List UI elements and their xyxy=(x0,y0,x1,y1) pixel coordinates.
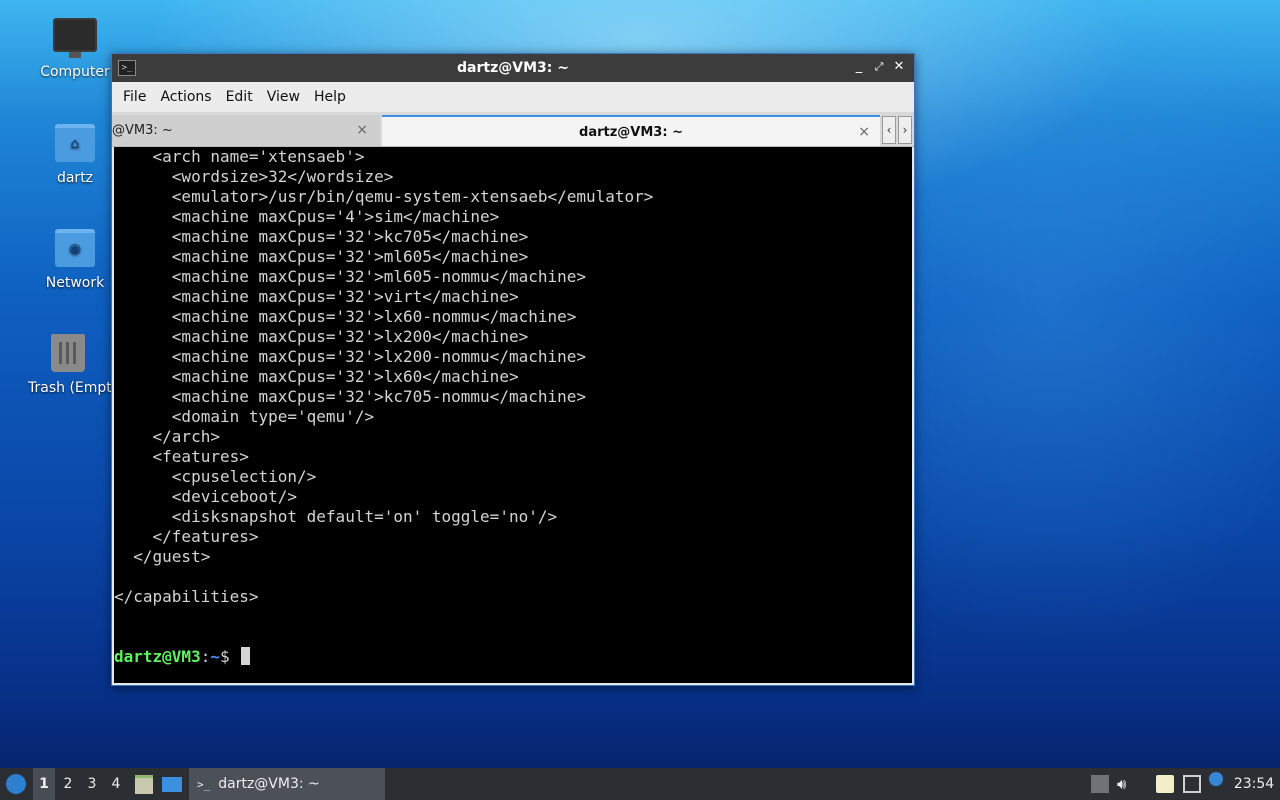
desktop-icon-trash[interactable]: Trash (Empty) xyxy=(25,334,111,396)
prompt-path: ~ xyxy=(210,647,220,666)
volume-icon[interactable]: 🔊︎ xyxy=(1117,775,1135,793)
clock[interactable]: 23:54 xyxy=(1232,768,1276,800)
show-desktop-button[interactable] xyxy=(160,768,184,800)
trash-icon xyxy=(51,334,85,372)
prompt-sep: : xyxy=(200,647,211,666)
clipboard-icon[interactable] xyxy=(1156,775,1174,793)
start-menu-button[interactable] xyxy=(2,768,30,800)
minimize-button[interactable]: _ xyxy=(850,58,868,76)
update-notifier-icon[interactable] xyxy=(1209,772,1223,786)
file-cabinet-icon xyxy=(135,775,153,794)
terminal-output[interactable]: <arch name='xtensaeb'> <wordsize>32</wor… xyxy=(114,147,912,683)
desktop-icon-home[interactable]: ⌂ dartz xyxy=(25,124,125,186)
tab-scroll-left-button[interactable]: ‹ xyxy=(882,116,896,144)
tab-bar: @VM3: ~ × dartz@VM3: ~ × ‹ › xyxy=(112,112,914,147)
desktop-icon-label: dartz xyxy=(56,170,94,186)
prompt-user-host: dartz@VM3 xyxy=(114,647,201,666)
desktop-icon-label: Trash (Empty) xyxy=(28,380,111,396)
terminal-task-icon: >_ xyxy=(197,778,211,791)
menu-edit[interactable]: Edit xyxy=(219,82,260,112)
workspace-3[interactable]: 3 xyxy=(81,768,103,800)
monitor-icon xyxy=(53,18,97,58)
workspace-1[interactable]: 1 xyxy=(33,768,55,800)
file-manager-launcher[interactable] xyxy=(133,768,155,800)
tab-close-icon[interactable]: × xyxy=(356,115,368,146)
prompt-line: dartz@VM3:~$ xyxy=(114,647,251,667)
network-icon[interactable] xyxy=(1183,775,1201,793)
terminal-window: >_ dartz@VM3: ~ _ ⤢ ✕ File Actions Edit … xyxy=(111,53,915,686)
close-button[interactable]: ✕ xyxy=(890,58,908,76)
tab-inactive[interactable]: @VM3: ~ × xyxy=(112,115,380,146)
tab-label: @VM3: ~ xyxy=(112,123,173,138)
window-title: dartz@VM3: ~ xyxy=(457,60,569,76)
menu-file[interactable]: File xyxy=(116,82,153,112)
menu-help[interactable]: Help xyxy=(307,82,353,112)
prompt-symbol: $ xyxy=(219,647,240,666)
desktop-icon xyxy=(162,777,182,792)
tab-close-icon[interactable]: × xyxy=(858,117,870,148)
desktop-icon-label: Network xyxy=(45,275,105,291)
workspace-4[interactable]: 4 xyxy=(105,768,127,800)
tab-scroll-right-button[interactable]: › xyxy=(898,116,912,144)
tab-label: dartz@VM3: ~ xyxy=(579,125,683,140)
window-titlebar[interactable]: >_ dartz@VM3: ~ _ ⤢ ✕ xyxy=(112,54,914,82)
menu-actions[interactable]: Actions xyxy=(153,82,218,112)
text-cursor xyxy=(241,647,251,665)
start-menu-icon xyxy=(6,774,26,794)
taskbar-task-terminal[interactable]: >_ dartz@VM3: ~ xyxy=(189,768,385,800)
home-folder-icon: ⌂ xyxy=(55,124,95,162)
network-folder-icon: ◉ xyxy=(55,229,95,267)
taskbar: 1 2 3 4 >_ dartz@VM3: ~ 🔊︎ 23:54 xyxy=(0,768,1280,800)
desktop-icon-label: Computer xyxy=(40,64,110,80)
desktop-icon-computer[interactable]: Computer xyxy=(25,18,125,80)
menu-view[interactable]: View xyxy=(260,82,307,112)
maximize-button[interactable]: ⤢ xyxy=(870,58,888,76)
desktop-icon-network[interactable]: ◉ Network xyxy=(25,229,125,291)
workspace-2[interactable]: 2 xyxy=(57,768,79,800)
terminal-text: <arch name='xtensaeb'> <wordsize>32</wor… xyxy=(114,147,654,606)
task-label: dartz@VM3: ~ xyxy=(218,776,320,792)
menu-bar: File Actions Edit View Help xyxy=(112,82,914,112)
tab-active[interactable]: dartz@VM3: ~ × xyxy=(382,115,880,146)
tray-eject-icon[interactable] xyxy=(1091,775,1109,793)
